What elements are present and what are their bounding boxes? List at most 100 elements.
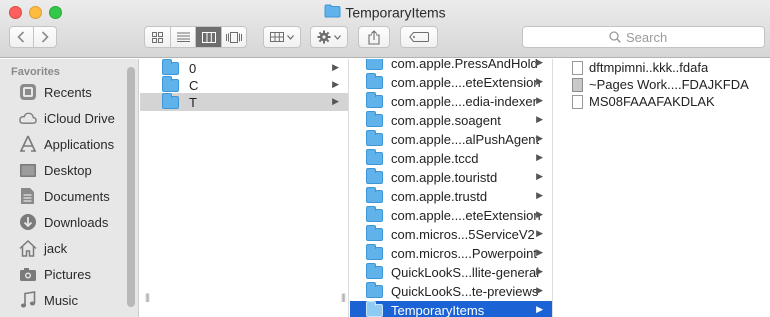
share-button[interactable] [358, 26, 390, 48]
item-label: com.apple.tccd [391, 150, 479, 166]
item-label: com.micros...5ServiceV2 [391, 226, 535, 242]
desktop-icon [18, 161, 37, 180]
sidebar-item-music[interactable]: Music [18, 289, 78, 311]
list-item[interactable]: com.apple.PressAndHold ▶ [350, 59, 552, 72]
sidebar-item-recents[interactable]: Recents [18, 81, 92, 103]
sidebar-item-label: Pictures [44, 266, 91, 282]
list-item[interactable]: com.micros...5ServiceV2 ▶ [350, 224, 552, 243]
sidebar-item-jack[interactable]: jack [18, 237, 67, 259]
folder-icon [366, 91, 383, 108]
disclosure-arrow-icon: ▶ [536, 228, 543, 238]
search-input[interactable] [626, 29, 678, 45]
disclosure-arrow-icon: ▶ [536, 152, 543, 162]
disclosure-arrow-icon: ▶ [536, 285, 543, 295]
window-title-bar: TemporaryItems [0, 3, 770, 21]
sidebar-item-applications[interactable]: Applications [18, 133, 114, 155]
sidebar-heading-favorites: Favorites [11, 66, 60, 78]
chevron-right-icon [41, 31, 49, 43]
window-toolbar: TemporaryItems [0, 0, 770, 58]
back-button[interactable] [10, 27, 33, 47]
list-item[interactable]: com.apple.touristd ▶ [350, 167, 552, 186]
item-label: T [189, 94, 197, 110]
disclosure-arrow-icon: ▶ [332, 79, 339, 89]
item-label: QuickLookS...te-previews [391, 283, 539, 299]
list-item-selected[interactable]: T ▶ [140, 92, 348, 111]
share-icon [368, 29, 380, 45]
document-icon [572, 94, 583, 109]
browser-column-3: dftmpimni..kkk..fdafa ~Pages Work....FDA… [554, 59, 770, 317]
item-label: com.apple.PressAndHold [391, 59, 538, 71]
sidebar-resize-handle[interactable]: ||| [145, 292, 150, 302]
item-label: ~Pages Work....FDAJKFDA [589, 77, 749, 92]
window-title: TemporaryItems [345, 4, 446, 21]
disclosure-arrow-icon: ▶ [536, 190, 543, 200]
disclosure-arrow-icon: ▶ [536, 304, 543, 314]
item-label: com.apple....alPushAgent [391, 131, 540, 147]
pictures-icon [18, 265, 37, 284]
list-item[interactable]: com.apple....edia-indexer ▶ [350, 91, 552, 110]
list-item[interactable]: com.apple.soagent ▶ [350, 110, 552, 129]
sidebar-item-documents[interactable]: Documents [18, 185, 110, 207]
list-item[interactable]: QuickLookS...te-previews ▶ [350, 281, 552, 300]
cover-flow-view-button[interactable] [220, 27, 246, 47]
list-item[interactable]: 0 ▶ [140, 59, 348, 77]
sidebar-item-label: Documents [44, 188, 110, 204]
folder-icon [366, 59, 383, 70]
list-item[interactable]: com.apple.tccd ▶ [350, 148, 552, 167]
chevron-down-icon [334, 34, 341, 40]
list-item[interactable]: com.apple.trustd ▶ [350, 186, 552, 205]
search-icon [609, 31, 621, 43]
folder-icon [162, 75, 179, 92]
list-item[interactable]: ~Pages Work....FDAJKFDA [554, 76, 770, 93]
sidebar-item-label: Applications [44, 136, 115, 152]
search-field[interactable] [522, 26, 765, 48]
folder-icon [366, 205, 383, 222]
disclosure-arrow-icon: ▶ [536, 114, 543, 124]
forward-button[interactable] [32, 27, 56, 47]
folder-icon [366, 300, 383, 317]
chevron-left-icon [17, 31, 25, 43]
view-mode-selector [144, 26, 247, 48]
sidebar-item-icloud-drive[interactable]: iCloud Drive [18, 107, 115, 129]
folder-icon [366, 72, 383, 89]
list-item[interactable]: dftmpimni..kkk..fdafa [554, 59, 770, 76]
disclosure-arrow-icon: ▶ [536, 95, 543, 105]
gear-icon [317, 30, 331, 44]
icon-view-button[interactable] [145, 27, 170, 47]
list-item[interactable]: com.apple....alPushAgent ▶ [350, 129, 552, 148]
list-item[interactable]: com.micros....Powerpoint ▶ [350, 243, 552, 262]
disclosure-arrow-icon: ▶ [536, 247, 543, 257]
column-resize-handle[interactable]: ||| [341, 292, 346, 302]
action-menu-button[interactable] [310, 26, 348, 48]
sidebar-scrollbar[interactable] [127, 67, 135, 307]
sidebar-item-label: Downloads [44, 214, 109, 230]
folder-icon [366, 110, 383, 127]
list-item[interactable]: com.apple....eteExtension ▶ [350, 205, 552, 224]
folder-icon [366, 224, 383, 241]
list-item[interactable]: MS08FAAAFAKDLAK [554, 93, 770, 110]
list-item[interactable]: C ▶ [140, 75, 348, 94]
sidebar-item-label: iCloud Drive [44, 110, 115, 126]
item-label: com.apple....eteExtension [391, 74, 541, 90]
folder-icon [366, 129, 383, 146]
chevron-down-icon [287, 34, 294, 40]
column-view-button[interactable] [195, 27, 221, 47]
disclosure-arrow-icon: ▶ [536, 59, 543, 67]
sidebar-item-desktop[interactable]: Desktop [18, 159, 92, 181]
disclosure-arrow-icon: ▶ [536, 171, 543, 181]
pages-document-icon [572, 77, 583, 92]
list-item[interactable]: com.apple....eteExtension ▶ [350, 72, 552, 91]
folder-icon [366, 262, 383, 279]
tag-button[interactable] [400, 26, 438, 48]
navigation-buttons [9, 26, 57, 48]
arrange-menu-button[interactable] [263, 26, 301, 48]
music-icon [18, 291, 37, 310]
sidebar-item-downloads[interactable]: Downloads [18, 211, 108, 233]
list-item[interactable]: QuickLookS...llite-general ▶ [350, 262, 552, 281]
sidebar-item-pictures[interactable]: Pictures [18, 263, 91, 285]
cover-flow-icon [225, 31, 242, 43]
list-item-selected[interactable]: TemporaryItems ▶ [350, 300, 552, 317]
list-view-button[interactable] [170, 27, 195, 47]
sidebar-item-label: Music [44, 292, 78, 308]
item-label: com.apple....eteExtension [391, 207, 541, 223]
